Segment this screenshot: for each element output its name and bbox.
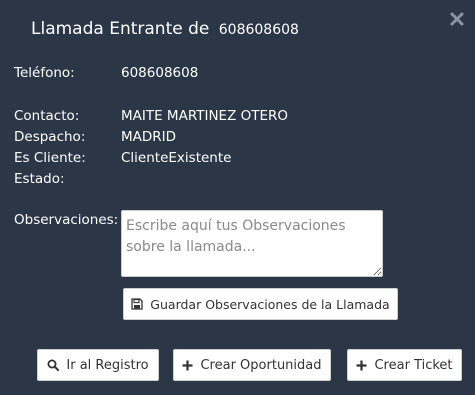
create-opportunity-button[interactable]: Crear Oportunidad [173, 349, 331, 381]
telefono-label: Teléfono: [14, 65, 75, 81]
cliente-label: Es Cliente: [14, 150, 86, 166]
contacto-value: MAITE MARTINEZ OTERO [121, 108, 289, 124]
dialog-title-number: 608608608 [218, 22, 299, 38]
despacho-label: Despacho: [14, 129, 86, 145]
dialog-title: Llamada Entrante de 608608608 [31, 19, 299, 39]
search-icon [47, 359, 60, 371]
create-ticket-button[interactable]: Crear Ticket [347, 349, 462, 381]
save-observations-label: Guardar Observaciones de la Llamada [150, 296, 390, 312]
plus-icon [356, 360, 367, 371]
create-ticket-label: Crear Ticket [374, 357, 453, 373]
estado-label: Estado: [14, 171, 65, 187]
close-icon[interactable] [450, 12, 466, 28]
plus-icon [182, 360, 193, 371]
save-observations-button[interactable]: Guardar Observaciones de la Llamada [123, 288, 398, 320]
floppy-disk-icon [131, 298, 143, 310]
cliente-value: ClienteExistente [121, 150, 232, 166]
observaciones-textarea[interactable] [121, 210, 383, 277]
dialog-title-text: Llamada Entrante de [31, 19, 210, 39]
go-to-record-label: Ir al Registro [66, 357, 149, 373]
go-to-record-button[interactable]: Ir al Registro [37, 349, 159, 381]
telefono-value: 608608608 [121, 65, 199, 81]
observaciones-label: Observaciones: [14, 212, 119, 228]
incoming-call-dialog: Llamada Entrante de 608608608 Teléfono: … [0, 0, 475, 395]
despacho-value: MADRID [121, 129, 177, 145]
create-opportunity-label: Crear Oportunidad [200, 357, 322, 373]
contacto-label: Contacto: [14, 108, 80, 124]
